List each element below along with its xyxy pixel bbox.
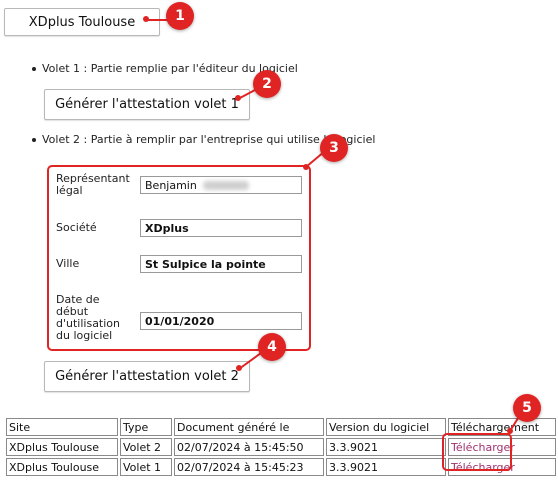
annotation-badge-3: 3: [320, 134, 348, 162]
header-site: Site: [6, 418, 118, 436]
annotation-dot-3: [303, 164, 309, 170]
annotation-dot-1: [143, 16, 149, 22]
header-version: Version du logiciel: [326, 418, 446, 436]
cell-version: 3.3.9021: [326, 438, 446, 456]
header-type: Type: [120, 418, 172, 436]
download-highlight: [442, 433, 512, 471]
annotation-badge-1: 1: [166, 2, 194, 30]
generate-volet2-button[interactable]: Générer l'attestation volet 2: [44, 361, 250, 392]
bullet-dot: [32, 138, 36, 142]
bullet-dot: [32, 67, 36, 71]
annotation-badge-4: 4: [258, 333, 286, 361]
cell-type: Volet 1: [120, 458, 172, 476]
site-button[interactable]: XDplus Toulouse: [4, 8, 160, 36]
form-highlight: [47, 165, 311, 351]
generate-volet1-button[interactable]: Générer l'attestation volet 1: [44, 89, 250, 120]
annotation-dot-2: [235, 95, 241, 101]
annotation-dot-5: [507, 428, 513, 434]
annotation-badge-5: 5: [513, 394, 541, 422]
cell-date: 02/07/2024 à 15:45:23: [174, 458, 324, 476]
annotation-dot-4: [236, 365, 242, 371]
annotation-badge-2: 2: [253, 70, 281, 98]
cell-date: 02/07/2024 à 15:45:50: [174, 438, 324, 456]
cell-site: XDplus Toulouse: [6, 458, 118, 476]
cell-version: 3.3.9021: [326, 458, 446, 476]
header-date: Document généré le: [174, 418, 324, 436]
cell-site: XDplus Toulouse: [6, 438, 118, 456]
cell-type: Volet 2: [120, 438, 172, 456]
